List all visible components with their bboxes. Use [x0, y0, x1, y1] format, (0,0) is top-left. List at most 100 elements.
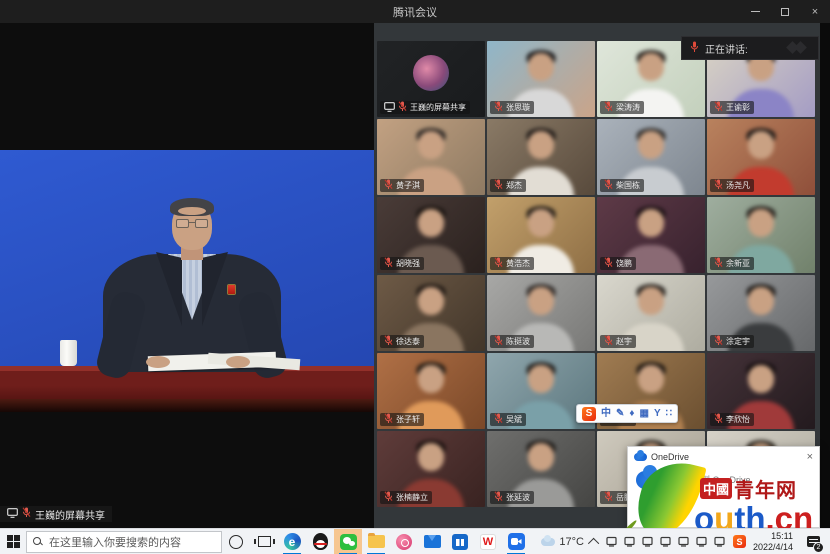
sogou-logo-icon: S: [582, 407, 596, 421]
muted-mic-icon: [384, 179, 393, 192]
participant-tile[interactable]: 涂定宇: [707, 275, 815, 351]
participant-tile[interactable]: 胡晓强: [377, 197, 485, 273]
screenshot-tray-icon[interactable]: [624, 536, 636, 548]
title-bar: 腾讯会议 ×: [0, 0, 830, 23]
studio-floor: [0, 399, 374, 412]
participant-name-label: 柴国栋: [600, 179, 644, 192]
mic-icon[interactable]: ♦: [629, 409, 634, 419]
presenter-hand-right: [226, 356, 250, 368]
toolbox-icon[interactable]: Y: [654, 409, 661, 419]
participant-tile[interactable]: 汤尧凡: [707, 119, 815, 195]
screen-share-label-text: 王巍的屏幕共享: [35, 507, 105, 522]
wechat-icon: [340, 534, 357, 550]
wps-icon: W: [480, 534, 496, 550]
participant-name-label: 张楠静立: [380, 491, 432, 504]
language-tray-icon[interactable]: [714, 536, 726, 548]
participant-tile[interactable]: 郑杰: [487, 119, 595, 195]
participant-name: 黄子淇: [396, 180, 420, 191]
participant-tile[interactable]: 陈挺波: [487, 275, 595, 351]
presenter-hand-left: [146, 356, 170, 368]
meeting-logo-icon: [784, 41, 810, 55]
participant-tile[interactable]: 张楠静立: [377, 431, 485, 507]
participant-name: 王谕彰: [726, 102, 750, 113]
muted-mic-icon: [384, 413, 393, 426]
wps-taskbar-button[interactable]: W: [474, 529, 502, 554]
muted-mic-icon: [494, 491, 503, 504]
participant-tile[interactable]: 余新亚: [707, 197, 815, 273]
ime-toolbar[interactable]: S中 ✎ ♦ ▦ Y ∷: [576, 404, 678, 423]
meeting-icon: [508, 533, 525, 550]
maximize-button[interactable]: [770, 0, 800, 23]
shared-screen-panel[interactable]: 王巍的屏幕共享: [0, 23, 374, 528]
presenter-video: [0, 150, 374, 412]
participant-tile[interactable]: 柴国栋: [597, 119, 705, 195]
clock-date: 2022/4/14: [753, 542, 793, 553]
mode-zh-icon[interactable]: 中: [601, 409, 611, 419]
explorer-taskbar-button[interactable]: [362, 529, 390, 554]
folder-tray-icon[interactable]: [642, 536, 654, 548]
grid-icon[interactable]: ∷: [666, 409, 672, 419]
action-center-button[interactable]: 2: [800, 529, 826, 554]
muted-mic-icon: [604, 257, 613, 270]
muted-mic-icon: [604, 179, 613, 192]
participant-name: 梁涛涛: [616, 102, 640, 113]
participant-name-label: 李欣怡: [710, 413, 754, 426]
keyboard-icon[interactable]: ▦: [640, 409, 649, 419]
participant-name-label: 余新亚: [710, 257, 754, 270]
mail-icon: [424, 535, 441, 548]
cortana-button[interactable]: [222, 529, 250, 554]
close-button[interactable]: ×: [800, 0, 830, 23]
onedrive-popup-header: OneDrive ×: [628, 447, 819, 467]
participant-name-label: 黄浩杰: [490, 257, 534, 270]
participant-tile[interactable]: 张子轩: [377, 353, 485, 429]
participant-tile[interactable]: 徐达泰: [377, 275, 485, 351]
qq-taskbar-button[interactable]: [306, 529, 334, 554]
sogou-tray-icon[interactable]: S: [733, 535, 746, 548]
participant-name-label: 徐达泰: [380, 335, 424, 348]
window-controls: ×: [740, 0, 830, 23]
meeting-main-area: 王巍的屏幕共享 王巍的屏幕共享张思璇梁涛涛王谕彰黄子淇郑杰柴国栋汤尧凡胡晓强黄浩…: [0, 23, 830, 528]
task-view-button[interactable]: [250, 529, 278, 554]
participant-name: 张子轩: [396, 414, 420, 425]
weather-widget[interactable]: 17°C: [541, 536, 584, 548]
participant-name-label: 黄子淇: [380, 179, 424, 192]
participant-tile[interactable]: 黄子淇: [377, 119, 485, 195]
mail-taskbar-button[interactable]: [418, 529, 446, 554]
participant-tile[interactable]: 张思璇: [487, 41, 595, 117]
muted-mic-icon: [494, 101, 503, 114]
windows-logo-icon: [7, 535, 20, 548]
muted-mic-icon: [22, 507, 31, 521]
store-taskbar-button[interactable]: [446, 529, 474, 554]
onedrive-notification[interactable]: OneDrive × 已添加到 OneDrive,: [627, 446, 820, 528]
volume-tray-icon[interactable]: [696, 536, 708, 548]
participant-tile[interactable]: 王巍的屏幕共享: [377, 41, 485, 117]
participant-tile[interactable]: 黄浩杰: [487, 197, 595, 273]
settings-tray-icon[interactable]: [660, 536, 672, 548]
tray-overflow-chevron-icon[interactable]: [588, 537, 599, 548]
popup-close-icon[interactable]: ×: [807, 451, 813, 463]
task-view-icon: [258, 536, 271, 547]
taskbar-clock[interactable]: 15:11 2022/4/14: [753, 531, 793, 553]
taskbar-search-input[interactable]: 在这里输入你要搜索的内容: [26, 531, 222, 553]
participant-tile[interactable]: 张延波: [487, 431, 595, 507]
muted-mic-icon: [384, 335, 393, 348]
participant-tile[interactable]: 李欣怡: [707, 353, 815, 429]
screen-share-label: 王巍的屏幕共享: [0, 506, 112, 522]
pink-app-taskbar-button[interactable]: [390, 529, 418, 554]
wechat-taskbar-button[interactable]: [334, 529, 362, 554]
display-tray-icon[interactable]: [678, 536, 690, 548]
participant-name: 余新亚: [726, 258, 750, 269]
minimize-button[interactable]: [740, 0, 770, 23]
pen-icon[interactable]: ✎: [616, 409, 624, 419]
edge-taskbar-button[interactable]: [278, 529, 306, 554]
party-badge: [228, 285, 235, 294]
weather-cloud-icon: [541, 538, 555, 546]
participant-tile[interactable]: 赵宇: [597, 275, 705, 351]
muted-mic-icon: [714, 257, 723, 270]
pen-input-tray-icon[interactable]: [606, 536, 618, 548]
start-button[interactable]: [0, 529, 26, 554]
paper-cup: [60, 340, 77, 366]
muted-mic-icon: [714, 179, 723, 192]
meeting-taskbar-button[interactable]: [502, 529, 530, 554]
participant-tile[interactable]: 饶鹏: [597, 197, 705, 273]
